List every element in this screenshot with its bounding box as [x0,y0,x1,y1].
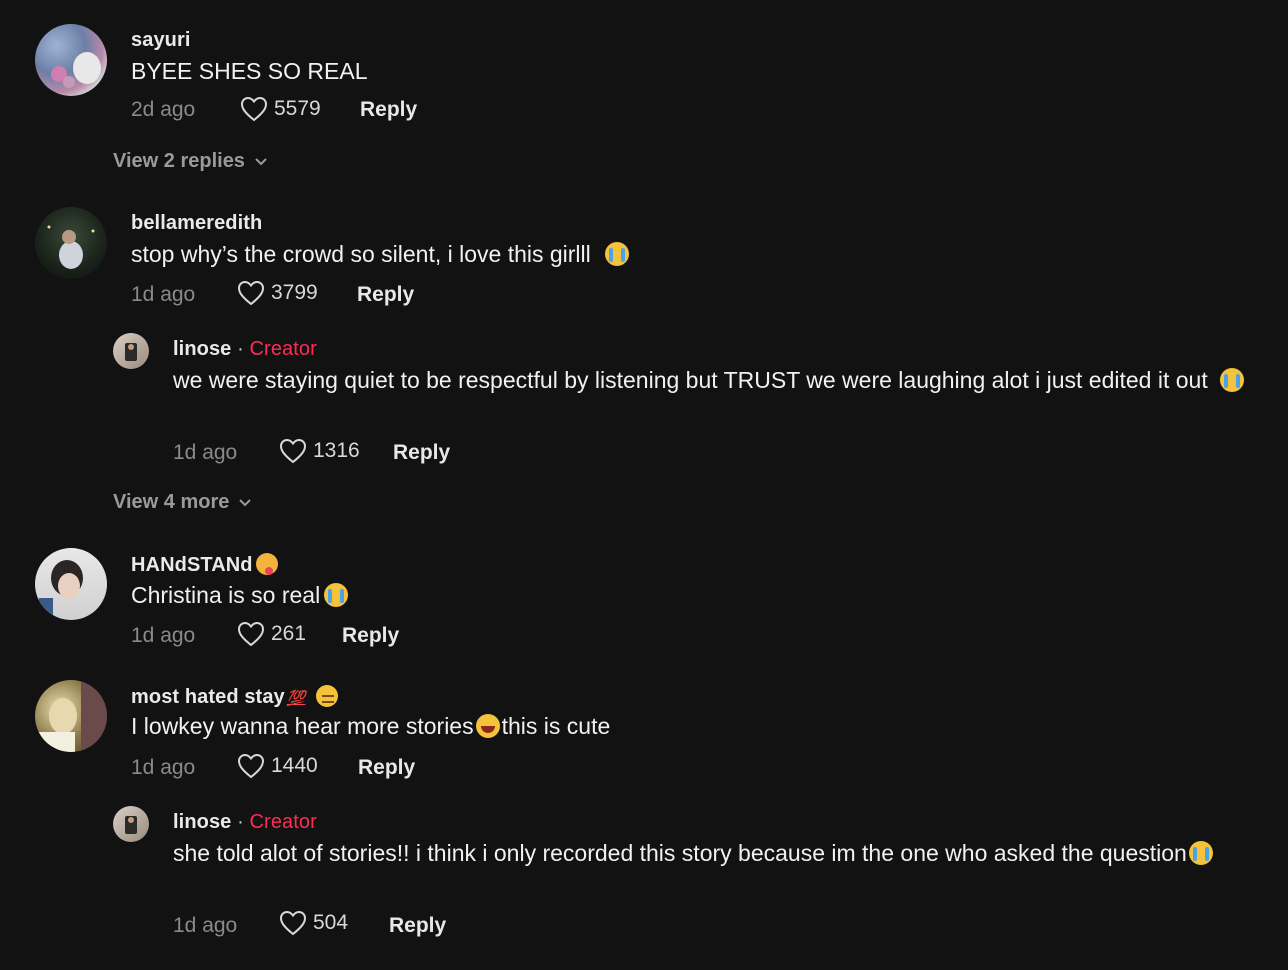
like-button[interactable]: 504 [279,910,348,942]
reply-label: Reply [389,914,447,937]
comment-text: stop why’s the crowd so silent, i love t… [131,239,630,270]
reply-label: Reply [360,98,418,121]
chevron-down-icon [239,499,252,507]
reply-label: Reply [358,756,416,779]
avatar[interactable] [35,548,107,620]
creator-badge: Creator [249,338,317,360]
reply-meta: 1d ago [173,441,237,465]
reply-button[interactable]: Reply [357,283,414,307]
reply-label: Reply [357,283,415,306]
creator-badge: Creator [249,811,317,833]
comment-text: Christina is so real [131,580,349,611]
comment-text-part-2: this is cute [501,713,611,739]
comment-text: BYEE SHES SO REAL [131,58,368,84]
heart-outline-icon [237,280,265,306]
heart-outline-icon [237,753,265,779]
heart-outline-icon [279,438,307,464]
hundred-emoji: 💯 [286,690,306,707]
creator-avatar[interactable] [113,806,149,842]
crying-emoji-icon [324,583,349,607]
crying-emoji-icon [605,242,630,266]
comment-text-content: stop why’s the crowd so silent, i love t… [131,241,591,267]
creator-username: linose · Creator [173,811,317,834]
creator-avatar[interactable] [113,333,149,369]
comment-meta: 1d ago [131,756,195,780]
like-button[interactable]: 1440 [237,753,318,785]
reply-button[interactable]: Reply [342,624,399,648]
reply-label: Reply [393,441,451,464]
heart-outline-icon [279,910,307,936]
like-button[interactable]: 5579 [240,96,321,128]
username[interactable]: HANdSTANd [131,554,253,576]
timestamp: 1d ago [173,914,238,937]
comment-text-content: Christina is so real [131,582,321,608]
like-count: 504 [313,911,349,934]
username-row: most hated stay 💯 [131,685,338,709]
reply-button[interactable]: Reply [389,914,446,938]
reply-text-content: we were staying quiet to be respectful b… [173,367,1208,393]
username[interactable]: linose [173,811,231,833]
reply-text: we were staying quiet to be respectful b… [173,365,1263,396]
avatar[interactable] [35,680,107,752]
sleeping-emoji-icon [315,685,338,707]
separator-dot: · [237,811,244,833]
like-count: 1316 [313,439,360,462]
timestamp: 1d ago [173,441,238,464]
username[interactable]: sayuri [131,29,191,52]
comment-meta: 1d ago [131,283,195,307]
reply-button[interactable]: Reply [393,441,450,465]
reply-label: Reply [342,624,400,647]
like-count: 3799 [271,281,318,304]
crying-emoji-icon [1220,368,1245,392]
laughing-emoji-icon [475,714,500,738]
heart-outline-icon [240,96,268,122]
heart-outline-icon [237,621,265,647]
reply-button[interactable]: Reply [360,98,417,122]
avatar[interactable] [35,207,107,279]
reply-text-content: she told alot of stories!! i think i onl… [173,840,1187,866]
comment-meta: 1d ago [131,624,195,648]
timestamp: 1d ago [131,624,196,647]
like-count: 1440 [271,754,318,777]
timestamp: 2d ago [131,98,196,121]
like-count: 261 [271,622,307,645]
chevron-down-icon [255,158,267,166]
like-button[interactable]: 3799 [237,280,318,312]
creator-username: linose · Creator [173,338,317,361]
separator-dot: · [237,338,244,360]
timestamp: 1d ago [131,756,196,779]
username[interactable]: most hated stay [131,686,285,708]
comment-text: I lowkey wanna hear more stories this is … [131,711,610,742]
username[interactable]: linose [173,338,231,360]
reply-text: she told alot of stories!! i think i onl… [173,838,1223,869]
comment-meta: 2d ago [131,98,195,122]
reply-meta: 1d ago [173,914,237,938]
like-button[interactable]: 261 [237,621,306,653]
view-more-button[interactable]: View 4 more [113,491,252,514]
avatar[interactable] [35,24,107,96]
username[interactable]: bellameredith [131,212,262,235]
view-replies-label: View 2 replies [113,150,245,172]
username-row: HANdSTANd [131,553,278,577]
comment-text-part-1: I lowkey wanna hear more stories [131,713,474,739]
crying-emoji-icon [1188,841,1213,865]
yum-emoji-icon [255,553,278,575]
like-button[interactable]: 1316 [279,438,360,470]
view-more-label: View 4 more [113,491,230,513]
timestamp: 1d ago [131,283,196,306]
reply-button[interactable]: Reply [358,756,415,780]
like-count: 5579 [274,97,321,120]
view-replies-button[interactable]: View 2 replies [113,150,267,173]
